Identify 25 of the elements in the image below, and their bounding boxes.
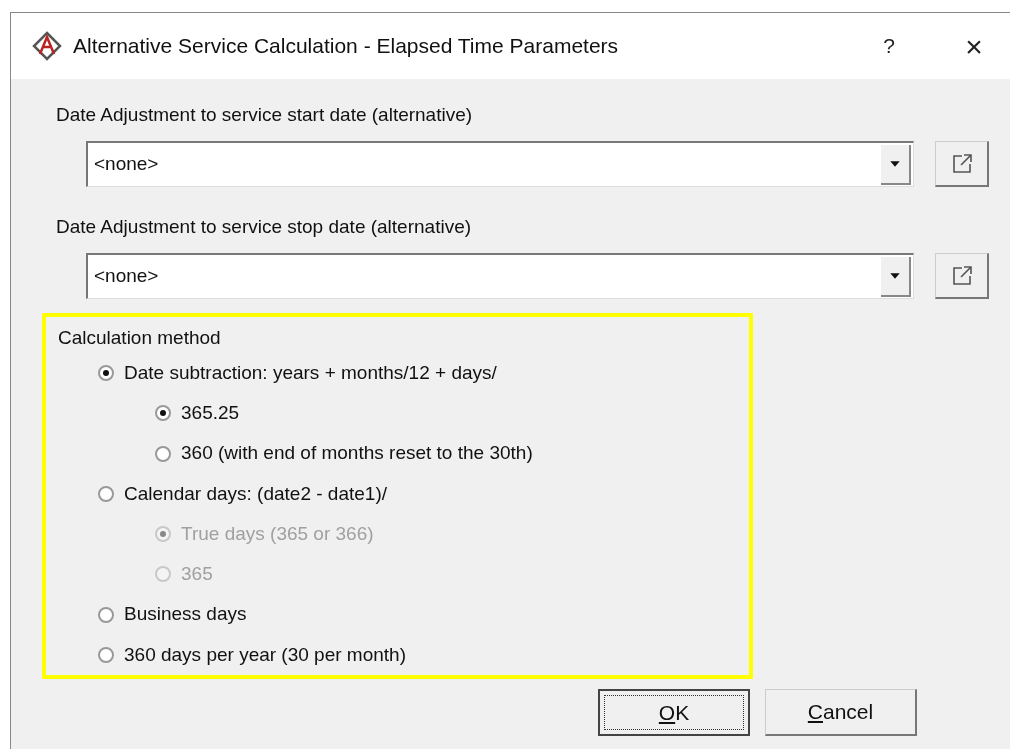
radio-label[interactable]: 360 days per year (30 per month) <box>124 640 406 670</box>
group-title: Calculation method <box>58 326 222 350</box>
field-label: Date Adjustment to service stop date (alternative) <box>56 215 473 239</box>
window-title: Alternative Service Calculation - Elapsed Time Parameters <box>73 33 619 60</box>
radio-button[interactable] <box>98 606 114 623</box>
app-logo-icon <box>31 30 63 62</box>
radio-label[interactable]: 360 (with end of months reset to the 30th) <box>181 439 533 468</box>
radio-button[interactable] <box>98 485 114 502</box>
radio-label[interactable]: Date subtraction: years + months/12 + days/ <box>124 358 497 388</box>
dropdown-field[interactable]: <none> <box>86 253 915 299</box>
radio-label[interactable]: Business days <box>124 600 247 629</box>
open-external-button[interactable] <box>935 141 989 187</box>
close-button[interactable]: × <box>949 23 999 69</box>
help-button[interactable]: ? <box>869 30 909 62</box>
radio-button[interactable] <box>155 405 171 422</box>
radio-button[interactable] <box>98 365 114 382</box>
radio-label[interactable]: Calendar days: (date2 - date1)/ <box>124 479 387 509</box>
dialog-button[interactable]: OK <box>598 689 750 736</box>
dialog-button[interactable]: Cancel <box>765 689 917 736</box>
radio-label[interactable]: 365.25 <box>181 399 240 428</box>
radio-button[interactable] <box>98 646 114 663</box>
dropdown-field[interactable]: <none> <box>86 141 915 187</box>
radio-button[interactable] <box>155 445 171 462</box>
open-external-button[interactable] <box>935 253 989 299</box>
field-label: Date Adjustment to service start date (alternative) <box>56 103 474 127</box>
